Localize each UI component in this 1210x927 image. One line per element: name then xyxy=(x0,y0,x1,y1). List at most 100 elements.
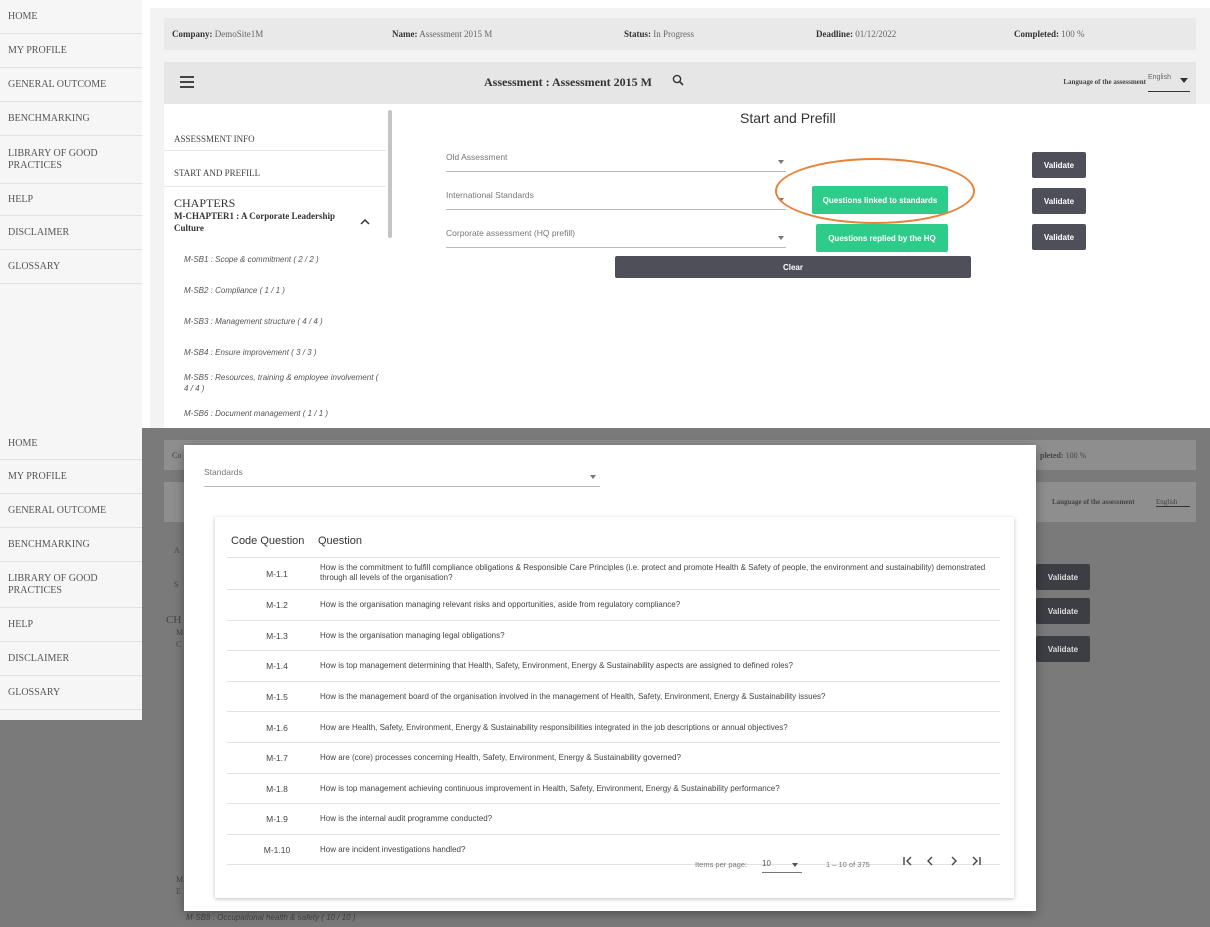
nav-glossary[interactable]: GLOSSARY xyxy=(0,250,142,284)
subchapter-item[interactable]: M-SB3 : Management structure ( 4 / 4 ) xyxy=(184,316,384,327)
corporate-assessment-select[interactable]: Corporate assessment (HQ prefill) xyxy=(446,228,786,248)
nav-general-outcome[interactable]: GENERAL OUTCOME xyxy=(0,68,142,102)
old-assessment-select[interactable]: Old Assessment xyxy=(446,152,786,172)
subchapter-item[interactable]: M-SB2 : Compliance ( 1 / 1 ) xyxy=(184,285,384,296)
language-value: English xyxy=(1148,74,1171,81)
subchapter-item[interactable]: M-SB5 : Resources, training & employee i… xyxy=(184,372,384,394)
question-text: How are incident investigations handled? xyxy=(320,845,466,855)
table-row[interactable]: M-1.6 How are Health, Safety, Environment… xyxy=(227,712,1000,743)
standards-select[interactable]: Standards xyxy=(204,467,600,487)
nav-my-profile[interactable]: MY PROFILE xyxy=(0,460,142,494)
question-code: M-1.10 xyxy=(263,845,291,856)
deadline-info: Deadline: 01/12/2022 xyxy=(816,29,896,39)
nav-label: DISCLAIMER xyxy=(8,652,70,664)
nav-label: DISCLAIMER xyxy=(8,226,70,238)
nav-disclaimer[interactable]: DISCLAIMER xyxy=(0,642,142,676)
annotation-highlight-circle xyxy=(775,158,975,224)
table-row[interactable]: M-1.7 How are (core) processes concerning… xyxy=(227,743,1000,774)
last-page-icon[interactable] xyxy=(969,855,983,870)
dimmed-fragment: M xyxy=(176,875,184,884)
name-label: Name: xyxy=(392,29,418,39)
select-placeholder: Standards xyxy=(204,467,243,477)
question-text: How is top management achieving continuo… xyxy=(320,783,780,793)
dimmed-validate-button: Validate xyxy=(1036,598,1090,624)
nav-disclaimer[interactable]: DISCLAIMER xyxy=(0,216,142,250)
question-text: How is top management determining that H… xyxy=(320,661,793,671)
nav-my-profile[interactable]: MY PROFILE xyxy=(0,34,142,68)
menu-icon[interactable] xyxy=(180,76,194,91)
question-code: M-1.2 xyxy=(266,600,288,611)
nav-home[interactable]: HOME xyxy=(0,0,142,34)
column-header-question[interactable]: Question xyxy=(318,535,362,547)
table-row[interactable]: M-1.4 How is top management determining t… xyxy=(227,651,1000,682)
dropdown-caret-icon xyxy=(778,160,784,164)
start-prefill-link[interactable]: START AND PREFILL xyxy=(174,168,260,178)
assessment-title: Assessment : Assessment 2015 M xyxy=(484,75,652,89)
nav-help[interactable]: HELP xyxy=(0,608,142,642)
search-icon[interactable] xyxy=(672,74,684,89)
dimmed-validate-button: Validate xyxy=(1036,636,1090,662)
dropdown-caret-icon xyxy=(778,236,784,240)
previous-page-icon[interactable] xyxy=(923,855,937,870)
question-code: M-1.7 xyxy=(266,753,288,764)
subchapter-item[interactable]: M-SB1 : Scope & commitment ( 2 / 2 ) xyxy=(184,254,384,265)
dimmed-completed-label: pleted: xyxy=(1040,451,1064,460)
first-page-icon[interactable] xyxy=(901,855,915,870)
question-text: How is the organisation managing legal o… xyxy=(320,630,505,640)
table-row[interactable]: M-1.10 How are incident investigations ha… xyxy=(227,835,1000,866)
table-row[interactable]: M-1.2 How is the organisation managing re… xyxy=(227,590,1000,621)
questions-replied-by-hq-button[interactable]: Questions replied by the HQ xyxy=(816,224,948,252)
next-page-icon[interactable] xyxy=(947,855,961,870)
nav-benchmarking[interactable]: BENCHMARKING xyxy=(0,102,142,136)
nav-library[interactable]: LIBRARY OF GOOD PRACTICES xyxy=(0,136,142,184)
question-code: M-1.3 xyxy=(266,630,288,641)
nav-home[interactable]: HOME xyxy=(0,428,142,460)
nav-glossary[interactable]: GLOSSARY xyxy=(0,676,142,710)
subchapter-item[interactable]: M-SB4 : Ensure improvement ( 3 / 3 ) xyxy=(184,347,384,358)
nav-help[interactable]: HELP xyxy=(0,184,142,216)
subchapter-item[interactable]: M-SB6 : Document management ( 1 / 1 ) xyxy=(184,408,384,419)
items-per-page-select[interactable]: 10 xyxy=(762,859,802,873)
nav-label: HOME xyxy=(8,437,38,449)
prefill-title: Start and Prefill xyxy=(740,110,836,126)
international-standards-select[interactable]: International Standards xyxy=(446,190,786,210)
table-row[interactable]: M-1.1 How is the commitment to fulfill co… xyxy=(227,558,1000,590)
column-header-code[interactable]: Code Question xyxy=(231,535,304,547)
nav-label: HELP xyxy=(8,618,33,630)
validate-button[interactable]: Validate xyxy=(1032,188,1086,214)
assessment-info-link[interactable]: ASSESSMENT INFO xyxy=(174,134,255,144)
main-content: Company: DemoSite1M Name: Assessment 201… xyxy=(150,8,1210,428)
table-row[interactable]: M-1.9 How is the internal audit programme… xyxy=(227,804,1000,835)
status-label: Status: xyxy=(624,29,652,39)
table-row[interactable]: M-1.5 How is the management board of the … xyxy=(227,682,1000,713)
table-row[interactable]: M-1.3 How is the organisation managing le… xyxy=(227,621,1000,652)
nav-label: HELP xyxy=(8,193,33,205)
language-select[interactable]: English xyxy=(1148,74,1190,92)
divider xyxy=(164,186,386,187)
scrollbar[interactable] xyxy=(388,110,392,238)
nav-library[interactable]: LIBRARY OF GOOD PRACTICES xyxy=(0,562,142,608)
status-info: Status: In Progress xyxy=(624,29,694,39)
question-code: M-1.6 xyxy=(266,722,288,733)
nav-label: GENERAL OUTCOME xyxy=(8,78,107,90)
nav-label: LIBRARY OF GOOD PRACTICES xyxy=(8,147,98,171)
chapters-heading: CHAPTERS xyxy=(174,196,236,210)
nav-label: LIBRARY OF GOOD PRACTICES xyxy=(8,572,98,596)
table-row[interactable]: M-1.8 How is top management achieving con… xyxy=(227,774,1000,805)
nav-general-outcome[interactable]: GENERAL OUTCOME xyxy=(0,494,142,528)
nav-label: MY PROFILE xyxy=(8,470,67,482)
standards-dialog: Standards Code Question Question M-1.1 Ho… xyxy=(184,445,1036,911)
validate-button[interactable]: Validate xyxy=(1032,152,1086,178)
chevron-up-icon[interactable] xyxy=(360,218,370,229)
chapter-title[interactable]: M-CHAPTER1 : A Corporate Leadership Cult… xyxy=(174,210,344,234)
nav-benchmarking[interactable]: BENCHMARKING xyxy=(0,528,142,562)
nav-label: BENCHMARKING xyxy=(8,112,90,124)
completed-label: Completed: xyxy=(1014,29,1059,39)
name-value: Assessment 2015 M xyxy=(419,29,493,39)
clear-button[interactable]: Clear xyxy=(615,256,971,278)
validate-button[interactable]: Validate xyxy=(1032,224,1086,250)
dropdown-caret-icon xyxy=(1180,78,1188,83)
dimmed-fragment: S xyxy=(174,580,179,589)
divider xyxy=(164,150,386,151)
dimmed-language-value: English xyxy=(1156,498,1190,507)
